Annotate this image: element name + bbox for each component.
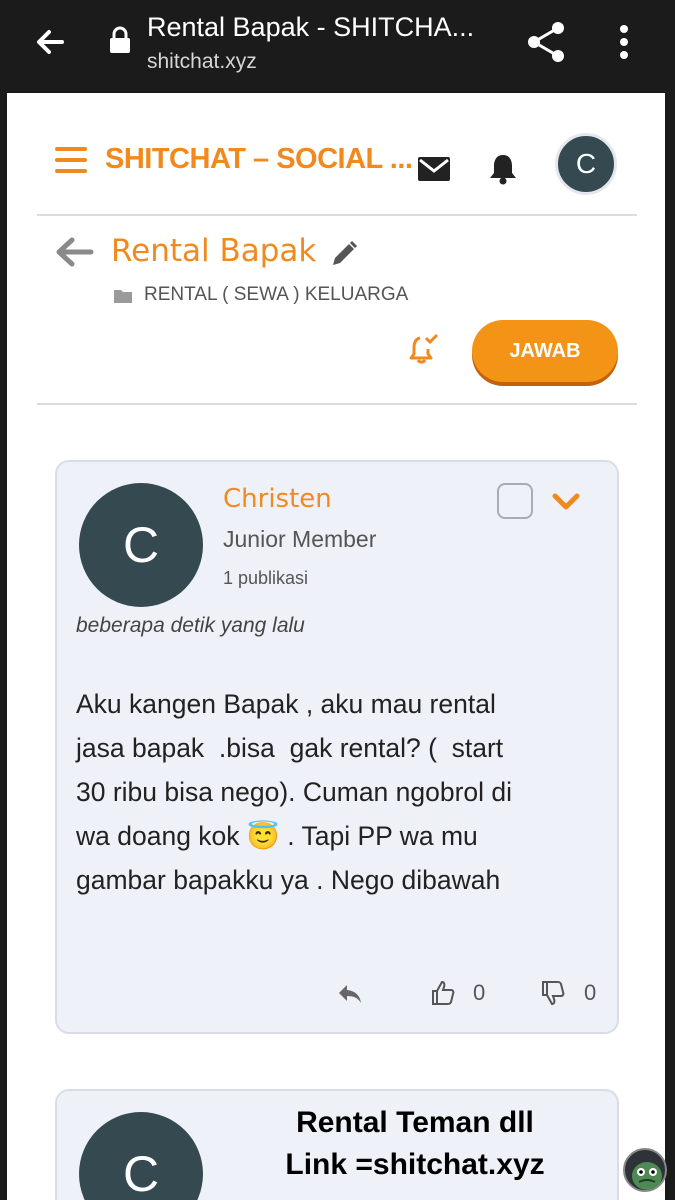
post-card: C Christen Junior Member 1 publikasi beb… [55,460,619,1034]
author-name[interactable]: Christen [223,484,332,514]
category-link[interactable]: RENTAL ( SEWA ) KELUARGA [144,284,408,306]
thumbs-up-icon[interactable] [431,980,455,1006]
lock-icon [110,26,130,53]
post-timestamp: beberapa detik yang lalu [76,614,305,637]
more-menu-icon[interactable] [612,22,636,62]
chevron-down-icon[interactable] [551,492,581,512]
post-body: Aku kangen Bapak , aku mau rental jasa b… [76,689,513,895]
like-count: 0 [473,980,486,1005]
divider [37,214,637,216]
thumbs-down-icon[interactable] [541,980,565,1006]
reply-icon[interactable] [337,983,363,1005]
back-arrow-icon[interactable] [53,235,95,269]
share-icon[interactable] [525,20,567,64]
overlay-line: Link =shitchat.xyz [285,1148,545,1181]
dislike-count: 0 [584,980,597,1005]
overlay-caption: Rental Teman dll Link =shitchat.xyz [230,1102,600,1186]
browser-toolbar: Rental Bapak - SHITCHA... shitchat.xyz [0,0,675,93]
select-checkbox[interactable] [497,483,533,519]
url-text[interactable]: shitchat.xyz [147,50,257,74]
bell-icon[interactable] [487,151,519,185]
site-title[interactable]: SHITCHAT – SOCIAL ... [105,143,413,176]
author-rank: Junior Member [223,526,377,552]
author-avatar[interactable]: C [79,1112,203,1200]
user-avatar[interactable]: C [555,133,617,195]
mail-icon[interactable] [417,155,451,183]
topic-title: Rental Bapak [111,233,317,269]
divider [37,403,637,405]
author-avatar[interactable]: C [79,483,203,607]
publication-count: 1 publikasi [223,568,309,588]
overlay-line: Rental Teman dll [296,1106,534,1139]
back-arrow-icon[interactable] [30,22,70,62]
page-tab-title: Rental Bapak - SHITCHA... [147,12,475,42]
pencil-icon[interactable] [329,239,359,269]
bell-alert-icon[interactable] [407,333,439,365]
reply-button[interactable]: JAWAB [472,320,618,382]
mascot-icon [623,1148,667,1192]
web-page: SHITCHAT – SOCIAL ... C Rental Bapak REN… [7,93,665,1200]
folder-icon [114,290,132,303]
hamburger-menu-icon[interactable] [55,147,87,173]
